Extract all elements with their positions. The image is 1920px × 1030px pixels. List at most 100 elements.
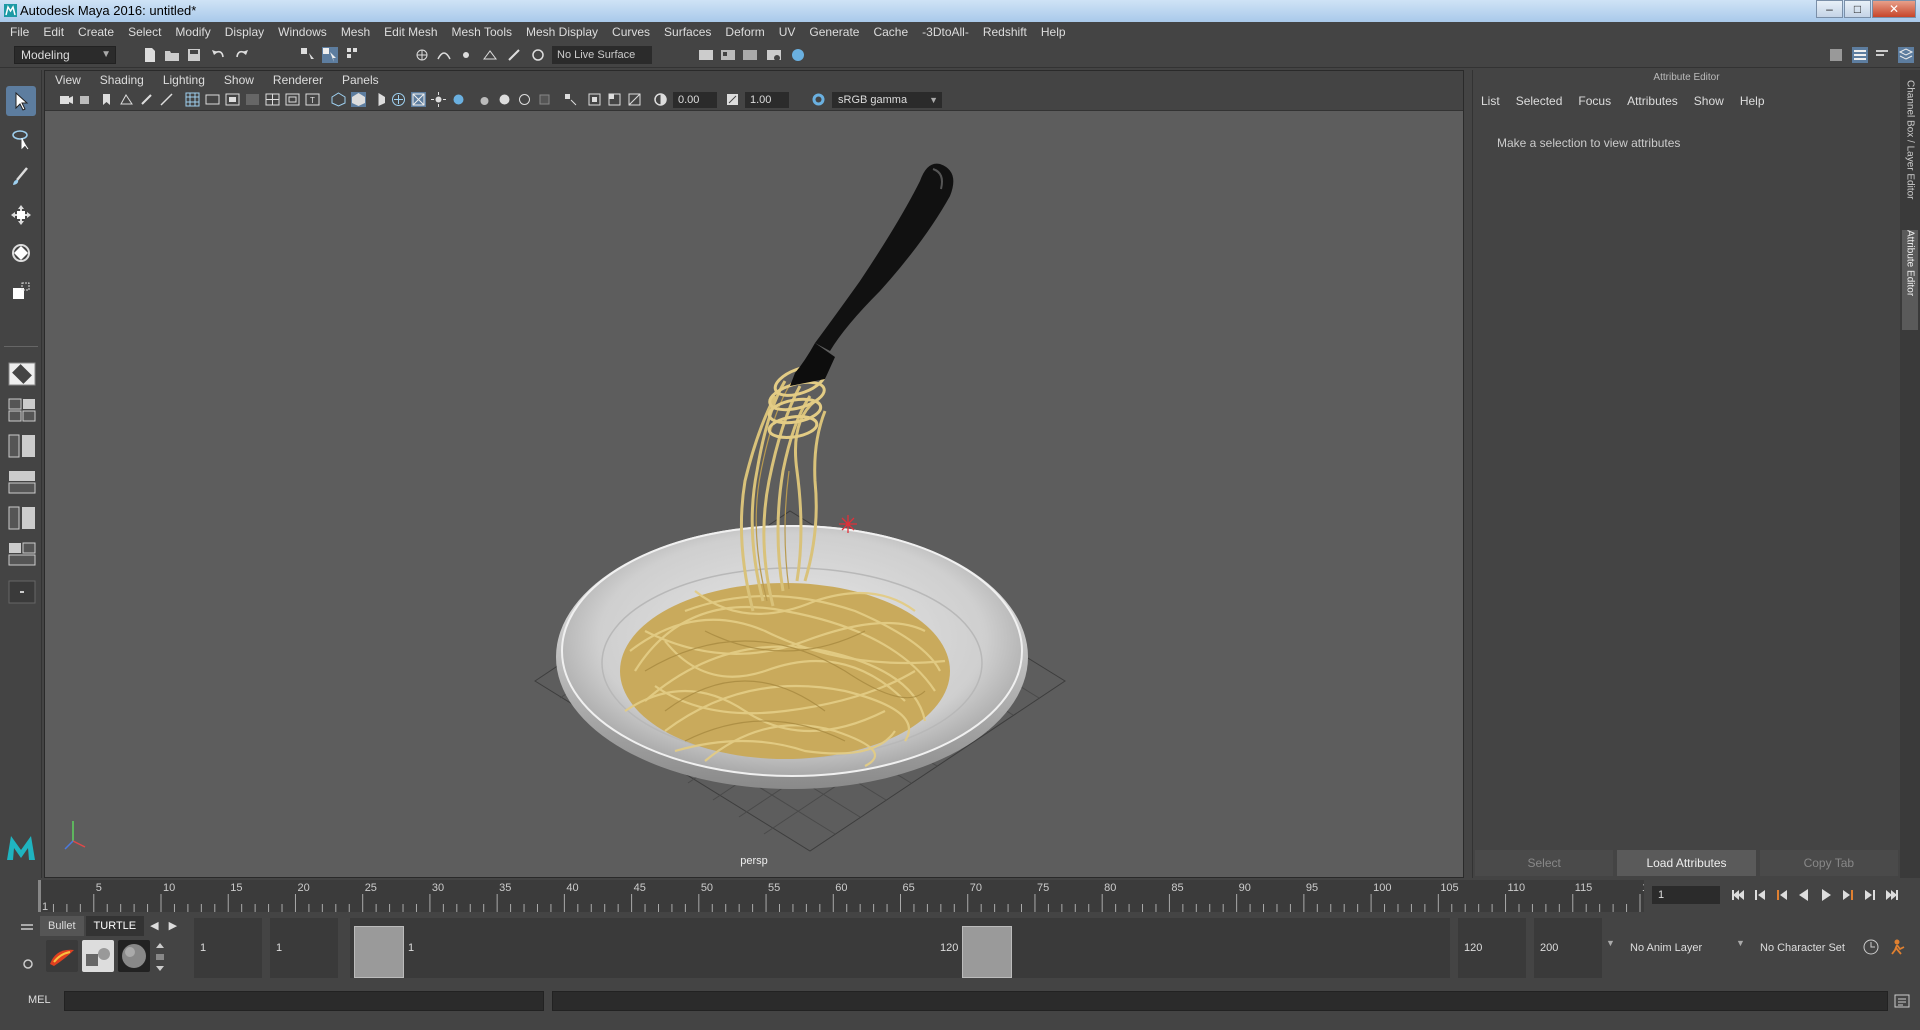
menu-edit-mesh[interactable]: Edit Mesh <box>384 25 437 39</box>
snap-grid-icon[interactable] <box>414 47 430 63</box>
select-hierarchy-icon[interactable] <box>300 47 316 63</box>
scale-tool[interactable] <box>6 276 36 306</box>
render-settings-icon[interactable] <box>766 47 782 63</box>
render-current-frame-icon[interactable] <box>720 47 736 63</box>
select-object-icon[interactable] <box>322 47 338 63</box>
step-forward-frame-icon[interactable] <box>1862 887 1878 903</box>
persp-graph-layout-button[interactable] <box>8 470 36 494</box>
menu-mesh[interactable]: Mesh <box>341 25 370 39</box>
go-to-start-icon[interactable] <box>1730 887 1746 903</box>
safe-title-icon[interactable]: T <box>305 92 320 107</box>
maximize-button[interactable]: □ <box>1844 0 1871 18</box>
menu-uv[interactable]: UV <box>779 25 796 39</box>
command-input[interactable] <box>64 991 544 1011</box>
menu-curves[interactable]: Curves <box>612 25 650 39</box>
new-scene-icon[interactable] <box>142 47 158 63</box>
camera-attributes-icon[interactable] <box>79 92 94 107</box>
shelf-tab-scroll-left[interactable]: ◀ <box>146 916 162 936</box>
toggle-channel-box-icon[interactable] <box>1898 47 1914 63</box>
menu-generate[interactable]: Generate <box>809 25 859 39</box>
menu-mesh-display[interactable]: Mesh Display <box>526 25 598 39</box>
xray-joints-icon[interactable] <box>587 92 602 107</box>
shelf-tab-scroll-right[interactable]: ▶ <box>165 916 181 936</box>
menu-deform[interactable]: Deform <box>725 25 764 39</box>
menu-mesh-tools[interactable]: Mesh Tools <box>452 25 512 39</box>
viewport-menu-panels[interactable]: Panels <box>342 73 379 87</box>
move-tool[interactable] <box>6 200 36 230</box>
anim-layer-dropdown[interactable]: No Anim Layer <box>1622 918 1726 978</box>
paint-select-tool[interactable] <box>6 162 36 192</box>
viewport-scene[interactable] <box>45 111 1463 877</box>
attr-menu-help[interactable]: Help <box>1740 94 1765 108</box>
toggle-tool-settings-icon[interactable] <box>1874 47 1890 63</box>
shelf-menu-icon[interactable] <box>20 922 34 932</box>
persp-outliner-layout-button[interactable] <box>8 434 36 458</box>
toggle-modeling-toolkit-icon[interactable] <box>1828 47 1844 63</box>
menu-windows[interactable]: Windows <box>278 25 327 39</box>
menu-help[interactable]: Help <box>1041 25 1066 39</box>
menu-surfaces[interactable]: Surfaces <box>664 25 711 39</box>
snap-curve-icon[interactable] <box>436 47 452 63</box>
snap-live-icon[interactable] <box>506 47 522 63</box>
viewport-menu-shading[interactable]: Shading <box>100 73 144 87</box>
playback-end-field[interactable]: 120 <box>1458 918 1526 978</box>
grease-pencil-icon[interactable] <box>139 92 154 107</box>
menu-redshift[interactable]: Redshift <box>983 25 1027 39</box>
save-scene-icon[interactable] <box>186 47 202 63</box>
gamma-field[interactable]: 1.00 <box>745 92 789 108</box>
shelf-settings-icon[interactable] <box>22 958 34 970</box>
snap-point-icon[interactable] <box>458 47 474 63</box>
undo-icon[interactable] <box>210 47 226 63</box>
use-all-lights-icon[interactable] <box>411 92 426 107</box>
field-chart-icon[interactable] <box>265 92 280 107</box>
rotate-tool[interactable] <box>6 238 36 268</box>
load-attributes-button[interactable]: Load Attributes <box>1617 850 1756 876</box>
go-to-end-icon[interactable] <box>1884 887 1900 903</box>
command-language-label[interactable]: MEL <box>28 994 51 1006</box>
safe-action-icon[interactable] <box>285 92 300 107</box>
animation-end-field[interactable]: 200 <box>1534 918 1602 978</box>
shelf-tab-bullet[interactable]: Bullet <box>40 916 84 936</box>
range-start-handle[interactable] <box>354 926 404 978</box>
ipr-render-icon[interactable] <box>742 47 758 63</box>
step-back-frame-icon[interactable] <box>1752 887 1768 903</box>
menu-create[interactable]: Create <box>78 25 114 39</box>
live-surface-field[interactable]: No Live Surface <box>552 46 652 64</box>
menu-set-dropdown[interactable]: Modeling ▼ <box>14 46 116 64</box>
viewport-menu-view[interactable]: View <box>55 73 81 87</box>
animation-start-field[interactable]: 1 <box>194 918 262 978</box>
screen-space-ao-icon[interactable] <box>451 92 466 107</box>
script-editor-icon[interactable] <box>1894 993 1910 1009</box>
lasso-tool[interactable] <box>6 124 36 154</box>
gate-mask-icon[interactable] <box>245 92 260 107</box>
attr-menu-attributes[interactable]: Attributes <box>1627 94 1678 108</box>
attr-menu-show[interactable]: Show <box>1694 94 1724 108</box>
range-slider-track[interactable]: 1 120 <box>350 918 1450 978</box>
step-back-key-icon[interactable] <box>1774 887 1790 903</box>
playback-start-field[interactable]: 1 <box>270 918 338 978</box>
attr-menu-list[interactable]: List <box>1481 94 1500 108</box>
persp-outliner-graph-layout-button[interactable] <box>8 542 36 566</box>
motion-blur-icon[interactable] <box>477 92 492 107</box>
minimize-button[interactable]: – <box>1816 0 1843 18</box>
select-button[interactable]: Select <box>1475 850 1614 876</box>
menu-file[interactable]: File <box>10 25 29 39</box>
color-management-icon[interactable] <box>811 92 826 107</box>
menu-modify[interactable]: Modify <box>175 25 210 39</box>
range-end-handle[interactable] <box>962 926 1012 978</box>
backface-culling-icon[interactable] <box>627 92 642 107</box>
menu-display[interactable]: Display <box>225 25 264 39</box>
shadows-icon[interactable] <box>431 92 446 107</box>
resolution-gate-icon[interactable] <box>225 92 240 107</box>
viewport-menu-renderer[interactable]: Renderer <box>273 73 323 87</box>
menu-edit[interactable]: Edit <box>43 25 64 39</box>
2d-pan-zoom-icon[interactable] <box>159 92 174 107</box>
turtle-baking-shelf-icon[interactable] <box>82 940 114 972</box>
default-material-icon[interactable] <box>371 92 386 107</box>
menu-cache[interactable]: Cache <box>873 25 908 39</box>
smooth-shade-icon[interactable] <box>351 92 366 107</box>
make-live-icon[interactable] <box>530 47 546 63</box>
attr-menu-focus[interactable]: Focus <box>1578 94 1611 108</box>
close-button[interactable]: ✕ <box>1872 0 1916 18</box>
more-layouts-button[interactable] <box>8 580 36 604</box>
